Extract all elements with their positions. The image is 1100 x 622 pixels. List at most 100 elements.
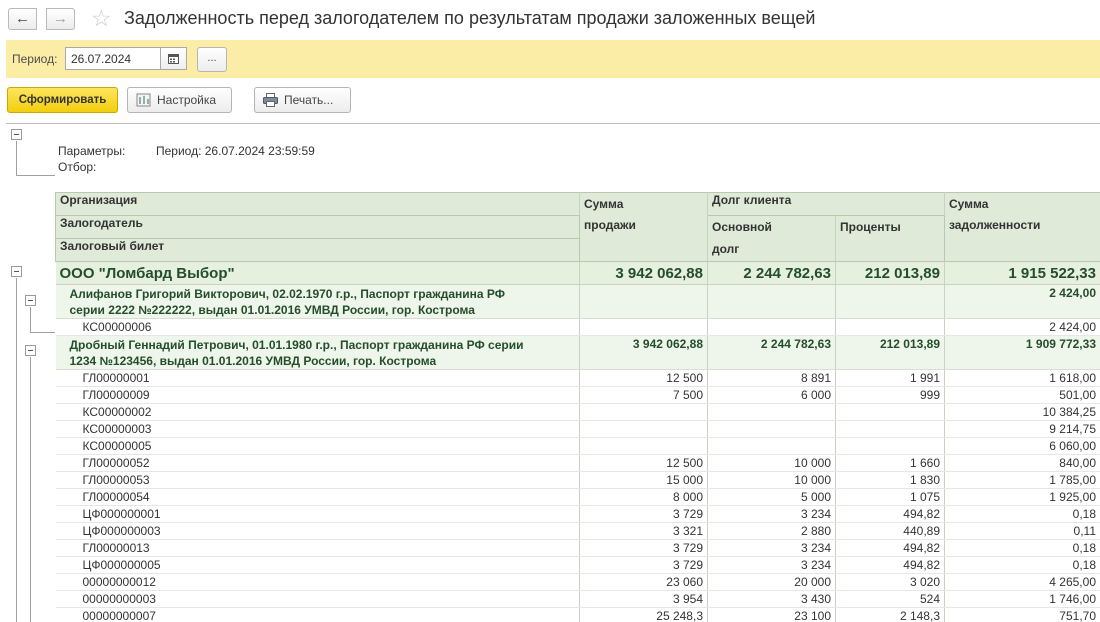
tree-line [30, 332, 55, 333]
pledger-main-debt: 2 244 782,63 [707, 335, 836, 370]
item-debt: 0,18 [944, 539, 1100, 557]
table-row[interactable]: КС00000005 6 060,00 [55, 437, 1100, 455]
item-interest: 999 [835, 386, 945, 404]
item-main-debt [707, 420, 836, 438]
ticket-number: ГЛ00000052 [55, 454, 580, 472]
ticket-number: ЦФ000000005 [55, 556, 580, 574]
item-debt: 9 214,75 [944, 420, 1100, 438]
favorite-star-icon[interactable]: ☆ [91, 5, 112, 31]
item-interest: 524 [835, 590, 945, 608]
ticket-number: ЦФ000000001 [55, 505, 580, 523]
table-row[interactable]: ЦФ000000001 3 729 3 234 494,82 0,18 [55, 505, 1100, 523]
header-org: Организация [55, 192, 580, 216]
item-sale: 3 321 [579, 522, 708, 540]
table-row[interactable]: ГЛ00000001 12 500 8 891 1 991 1 618,00 [55, 369, 1100, 387]
collapse-params-icon[interactable] [11, 129, 22, 140]
item-main-debt: 3 430 [707, 590, 836, 608]
pledger-interest: 212 013,89 [835, 335, 945, 370]
item-main-debt: 2 880 [707, 522, 836, 540]
pledger-interest [835, 284, 945, 319]
ticket-number: КС00000002 [55, 403, 580, 421]
item-interest: 1 075 [835, 488, 945, 506]
item-interest [835, 318, 945, 336]
item-main-debt: 23 100 [707, 607, 836, 622]
item-main-debt: 3 234 [707, 556, 836, 574]
item-debt: 1 746,00 [944, 590, 1100, 608]
org-sale: 3 942 062,88 [579, 261, 708, 285]
period-date-input[interactable]: 26.07.2024 [65, 47, 161, 70]
forward-button[interactable]: → [46, 8, 75, 30]
ticket-number: 00000000012 [55, 573, 580, 591]
settings-button[interactable]: Настройка [127, 87, 232, 113]
print-button[interactable]: Печать... [254, 87, 351, 113]
pledger-row[interactable]: Алифанов Григорий Викторович, 02.02.1970… [55, 284, 1100, 319]
period-select-button[interactable]: ... [197, 47, 227, 72]
item-sale: 12 500 [579, 369, 708, 387]
item-debt: 4 265,00 [944, 573, 1100, 591]
item-interest [835, 437, 945, 455]
ticket-number: ГЛ00000001 [55, 369, 580, 387]
item-interest: 2 148,3 [835, 607, 945, 622]
header-pledger: Залогодатель [55, 215, 580, 239]
pledger-row[interactable]: Дробный Геннадий Петрович, 01.01.1980 г.… [55, 335, 1100, 370]
org-interest: 212 013,89 [835, 261, 945, 285]
item-main-debt: 20 000 [707, 573, 836, 591]
print-label: Печать... [284, 93, 334, 107]
item-debt: 501,00 [944, 386, 1100, 404]
printer-icon [263, 93, 278, 107]
org-debt: 1 915 522,33 [944, 261, 1100, 285]
item-sale [579, 403, 708, 421]
table-row[interactable]: ЦФ000000005 3 729 3 234 494,82 0,18 [55, 556, 1100, 574]
collapse-pledger2-icon[interactable] [25, 345, 36, 356]
item-main-debt: 10 000 [707, 454, 836, 472]
item-main-debt [707, 403, 836, 421]
item-main-debt: 8 891 [707, 369, 836, 387]
org-main-debt: 2 244 782,63 [707, 261, 836, 285]
table-row[interactable]: ГЛ00000054 8 000 5 000 1 075 1 925,00 [55, 488, 1100, 506]
item-debt: 6 060,00 [944, 437, 1100, 455]
item-sale: 3 729 [579, 539, 708, 557]
table-row[interactable]: ЦФ000000003 3 321 2 880 440,89 0,11 [55, 522, 1100, 540]
report-table: Организация Сумма продажи Долг клиента Су… [55, 192, 1100, 622]
table-row[interactable]: 00000000003 3 954 3 430 524 1 746,00 [55, 590, 1100, 608]
table-row[interactable]: ГЛ00000053 15 000 10 000 1 830 1 785,00 [55, 471, 1100, 489]
item-sale: 15 000 [579, 471, 708, 489]
item-sale: 3 729 [579, 505, 708, 523]
header-sale-sum: Сумма продажи [579, 192, 708, 262]
tree-line [30, 357, 31, 622]
item-main-debt [707, 318, 836, 336]
table-row[interactable]: 00000000012 23 060 20 000 3 020 4 265,00 [55, 573, 1100, 591]
item-debt: 10 384,25 [944, 403, 1100, 421]
ticket-number: ЦФ000000003 [55, 522, 580, 540]
table-row[interactable]: КС00000006 2 424,00 [55, 318, 1100, 336]
table-row[interactable]: КС00000003 9 214,75 [55, 420, 1100, 438]
tree-line [30, 307, 31, 332]
settings-icon [136, 93, 151, 107]
item-interest: 1 991 [835, 369, 945, 387]
collapse-pledger1-icon[interactable] [25, 295, 36, 306]
org-row[interactable]: ООО "Ломбард Выбор" 3 942 062,88 2 244 7… [55, 261, 1100, 285]
table-row[interactable]: КС00000002 10 384,25 [55, 403, 1100, 421]
item-sale: 12 500 [579, 454, 708, 472]
item-interest: 3 020 [835, 573, 945, 591]
back-button[interactable]: ← [8, 8, 37, 30]
table-row[interactable]: 00000000007 25 248,3 23 100 2 148,3 751,70 [55, 607, 1100, 622]
item-debt: 0,18 [944, 505, 1100, 523]
table-row[interactable]: ГЛ00000052 12 500 10 000 1 660 840,00 [55, 454, 1100, 472]
table-row[interactable]: ГЛ00000013 3 729 3 234 494,82 0,18 [55, 539, 1100, 557]
calendar-button[interactable] [161, 47, 187, 70]
item-main-debt: 10 000 [707, 471, 836, 489]
pledger-name: Алифанов Григорий Викторович, 02.02.1970… [55, 284, 580, 319]
item-debt: 0,18 [944, 556, 1100, 574]
generate-button[interactable]: Сформировать [7, 87, 118, 113]
pledger-name: Дробный Геннадий Петрович, 01.01.1980 г.… [55, 335, 580, 370]
collapse-org-icon[interactable] [11, 266, 22, 277]
arrow-right-icon: → [53, 10, 68, 27]
item-sale [579, 420, 708, 438]
table-row[interactable]: ГЛ00000009 7 500 6 000 999 501,00 [55, 386, 1100, 404]
header-interest: Проценты [835, 215, 945, 262]
item-main-debt: 3 234 [707, 539, 836, 557]
command-bar: Сформировать Настройка Печать... [0, 86, 1100, 114]
item-interest: 1 830 [835, 471, 945, 489]
ticket-number: КС00000005 [55, 437, 580, 455]
